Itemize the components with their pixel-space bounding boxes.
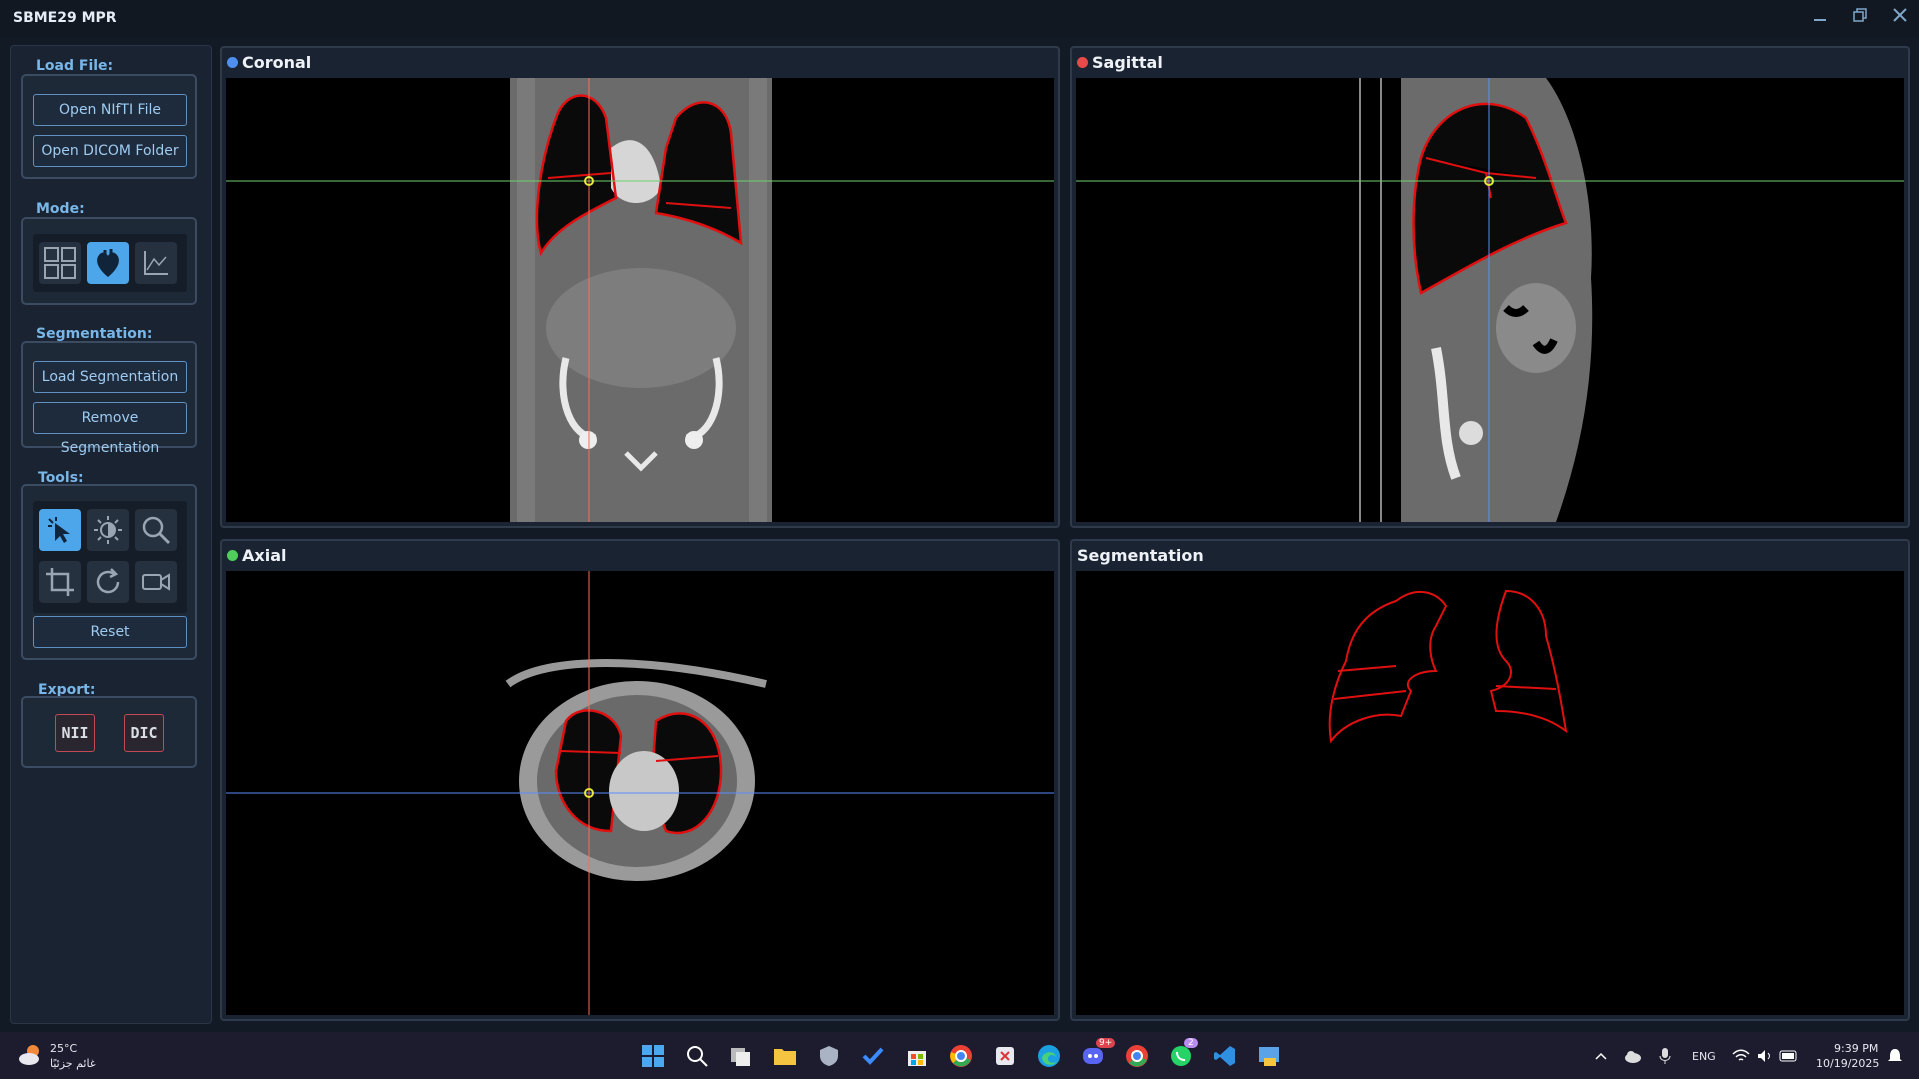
snipping-tool-icon[interactable] [992,1043,1018,1069]
axial-title: Axial [242,546,287,565]
restore-icon[interactable] [1846,6,1874,30]
heart-icon[interactable] [87,242,129,284]
open-nifti-button[interactable]: Open NIfTI File [33,94,187,126]
edge-icon[interactable] [1036,1043,1062,1069]
app-title: SBME29 MPR [13,10,117,26]
tools-group: Reset [21,484,197,660]
file-explorer-icon[interactable] [772,1043,798,1069]
python-app-icon[interactable] [1256,1043,1282,1069]
load-file-title: Load File: [36,58,114,74]
segmentation-view-title: Segmentation [1077,546,1204,565]
coronal-panel: Coronal [220,46,1060,528]
shield-app-icon[interactable] [816,1043,842,1069]
chevron-up-icon[interactable] [1588,1043,1614,1069]
coronal-title: Coronal [242,53,312,72]
sagittal-ct-image [1359,78,1593,522]
coronal-ct-image [510,78,772,522]
zoom-icon[interactable] [135,509,177,551]
export-nii-button[interactable]: NII [55,714,95,752]
microphone-icon[interactable] [1652,1043,1678,1069]
weather-temp: 25°C [50,1042,78,1055]
pointer-icon[interactable] [39,509,81,551]
axial-viewport[interactable] [226,571,1054,1015]
task-view-icon[interactable] [728,1043,754,1069]
crop-icon[interactable] [39,561,81,603]
axial-ct-image [505,659,767,881]
mode-group [21,217,197,305]
load-file-group: Open NIfTI File Open DICOM Folder [21,74,197,179]
cloud-icon[interactable] [1620,1043,1646,1069]
grid-layout-icon[interactable] [39,242,81,284]
coronal-indicator-dot [227,57,238,68]
segmentation-group: Load Segmentation Remove Segmentation [21,341,197,456]
export-group: NII DIC [21,696,197,768]
mode-toolbar [33,234,187,292]
battery-icon[interactable] [1776,1043,1802,1069]
reset-button[interactable]: Reset [33,616,187,648]
mode-title: Mode: [36,201,85,217]
open-dicom-button[interactable]: Open DICOM Folder [33,135,187,167]
rotate-icon[interactable] [87,561,129,603]
clock-time[interactable]: 9:39 PM [1834,1042,1878,1055]
whatsapp-badge: 2 [1184,1038,1198,1048]
weather-icon[interactable] [18,1042,44,1068]
wifi-icon[interactable] [1728,1043,1754,1069]
close-icon[interactable] [1886,6,1914,30]
export-dic-button[interactable]: DIC [124,714,164,752]
axial-panel: Axial [220,539,1060,1021]
chrome-icon[interactable] [948,1043,974,1069]
tools-toolbar [33,501,187,613]
curve-chart-icon[interactable] [135,242,177,284]
title-bar: SBME29 MPR [0,0,1919,37]
segmentation-panel: Segmentation [1070,539,1910,1021]
search-icon[interactable] [684,1043,710,1069]
minimize-icon[interactable] [1806,6,1834,30]
chrome-profile-icon[interactable] [1124,1043,1150,1069]
coronal-viewport[interactable] [226,78,1054,522]
segmentation-title: Segmentation: [36,326,153,342]
windows-start-icon[interactable] [640,1043,666,1069]
store-icon[interactable] [904,1043,930,1069]
discord-badge: 9+ [1096,1038,1116,1048]
sagittal-viewport[interactable] [1076,78,1904,522]
segmentation-viewport[interactable] [1076,571,1904,1015]
sagittal-title: Sagittal [1092,53,1163,72]
vscode-icon[interactable] [1212,1043,1238,1069]
sagittal-panel: Sagittal [1070,46,1910,528]
remove-segmentation-button[interactable]: Remove Segmentation [33,402,187,456]
language-indicator[interactable]: ENG [1692,1050,1716,1063]
todo-check-icon[interactable] [860,1043,886,1069]
lung-segmentation-outline [1328,589,1568,744]
taskbar: 25°C غائم جزئيًا 9+ 2 ENG 9:39 PM 10/19/… [0,1032,1919,1079]
load-segmentation-button[interactable]: Load Segmentation [33,361,187,393]
clock-date[interactable]: 10/19/2025 [1816,1057,1879,1070]
sagittal-indicator-dot [1077,57,1088,68]
weather-desc: غائم جزئيًا [50,1057,96,1070]
volume-icon[interactable] [1752,1043,1778,1069]
brightness-icon[interactable] [87,509,129,551]
axial-indicator-dot [227,550,238,561]
notification-bell-icon[interactable] [1882,1043,1908,1069]
video-camera-icon[interactable] [135,561,177,603]
